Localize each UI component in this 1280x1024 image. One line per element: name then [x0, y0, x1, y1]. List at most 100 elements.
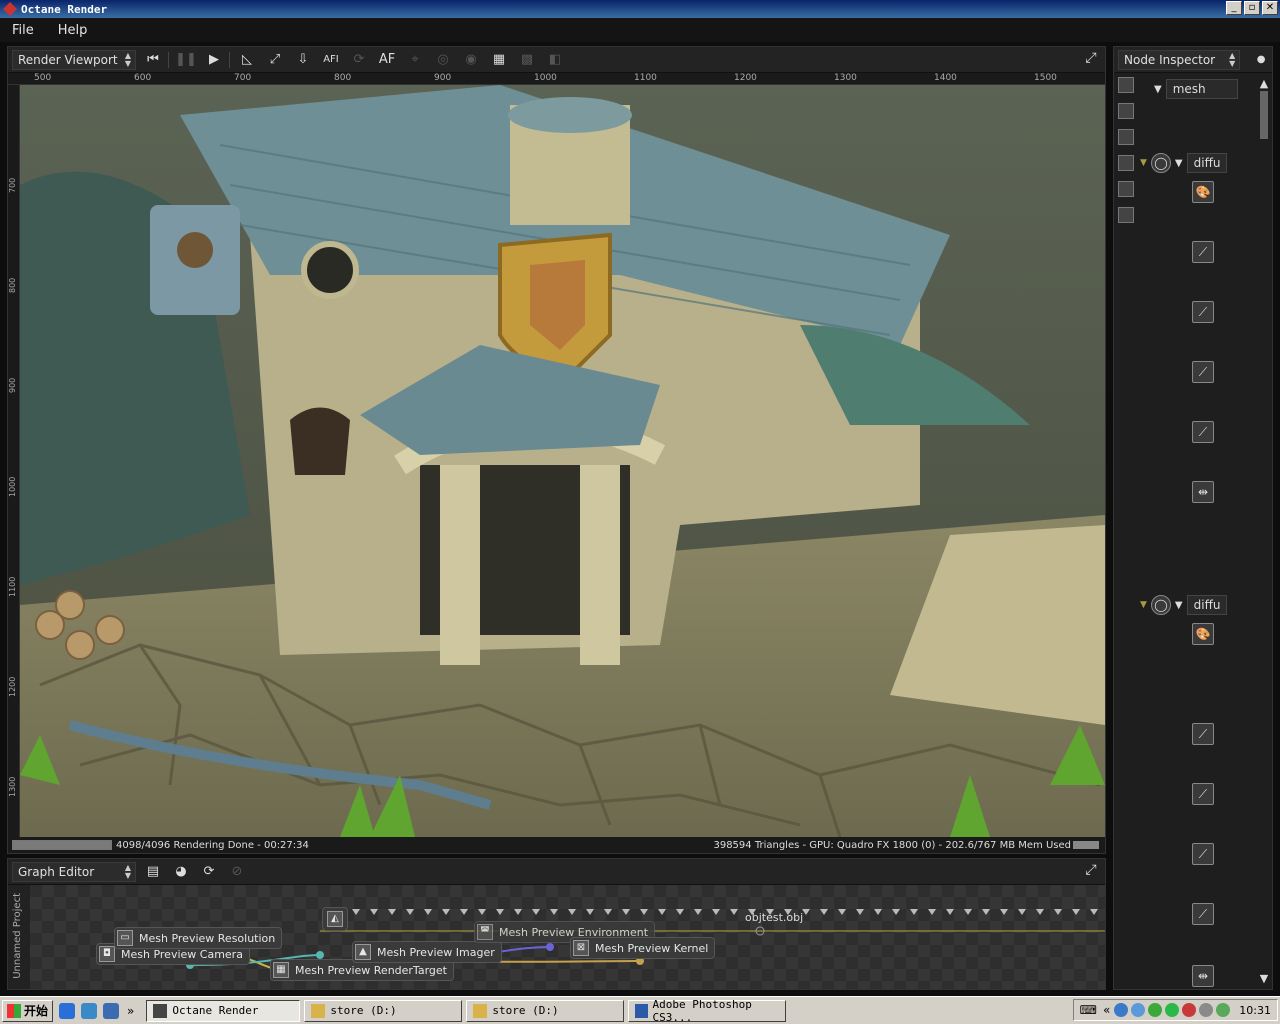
- resolution-node-icon[interactable]: [1118, 129, 1134, 145]
- afi-button[interactable]: AFI: [320, 50, 342, 70]
- camera-node-icon[interactable]: [1118, 103, 1134, 119]
- af-button[interactable]: AF: [376, 50, 398, 70]
- ruler-icon[interactable]: ◺: [236, 50, 258, 70]
- minimize-button[interactable]: _: [1226, 1, 1242, 15]
- menu-help[interactable]: Help: [46, 23, 100, 38]
- folder-icon: [473, 1003, 488, 1018]
- zoom-fit-icon[interactable]: ⤢: [264, 50, 286, 70]
- restart-render-icon[interactable]: ⏮: [142, 50, 164, 70]
- inspector-scrollbar[interactable]: ▲ ▼: [1258, 77, 1270, 985]
- material-node-2[interactable]: ▼ ◯ ▼ diffu: [1140, 595, 1228, 615]
- add-material-icon[interactable]: ◕: [170, 862, 192, 882]
- region-icon[interactable]: ◎: [432, 50, 454, 70]
- select-arrows-icon: ▲ ▼: [124, 50, 131, 68]
- grid-icon[interactable]: ▦: [488, 50, 510, 70]
- refresh-icon[interactable]: ⟳: [198, 862, 220, 882]
- inspector-mode-select[interactable]: Node Inspector ▲ ▼: [1118, 49, 1241, 70]
- quicklaunch-more-icon[interactable]: »: [127, 1004, 134, 1018]
- collapse-arrow-icon[interactable]: ▼: [1175, 600, 1183, 611]
- horizontal-ruler: 500 600 700 800 900 1000 1100 1200 1300 …: [8, 73, 1105, 85]
- material-node-1[interactable]: ▼ ◯ ▼ diffu: [1140, 153, 1228, 173]
- bool-pin[interactable]: ⇹: [1192, 481, 1214, 503]
- float-pin[interactable]: ⟋: [1192, 843, 1214, 865]
- float-pin[interactable]: ⟋: [1192, 783, 1214, 805]
- security-icon[interactable]: [1148, 1003, 1163, 1017]
- kernel-node-icon[interactable]: [1118, 207, 1134, 223]
- antivirus-icon[interactable]: [1182, 1003, 1197, 1017]
- ruler-tick: 900: [8, 377, 17, 393]
- keyboard-icon[interactable]: ⌨: [1080, 1003, 1097, 1017]
- volume-icon[interactable]: [1199, 1003, 1214, 1017]
- scroll-up-icon[interactable]: ▲: [1258, 77, 1270, 90]
- curve-icon: ⟋: [1192, 241, 1214, 263]
- system-tray: ⌨ « 10:31: [1072, 999, 1278, 1021]
- resolution-node[interactable]: ▭ Mesh Preview Resolution: [114, 927, 283, 949]
- camera-node-label: Mesh Preview Camera: [121, 947, 243, 961]
- ime-icon[interactable]: [1216, 1003, 1231, 1017]
- ruler-tick: 1100: [8, 576, 17, 597]
- texture-pin[interactable]: 🎨: [1192, 181, 1214, 203]
- imager-node-icon[interactable]: [1118, 181, 1134, 197]
- collapse-arrow-icon[interactable]: ▼: [1175, 158, 1183, 169]
- float-pin[interactable]: ⟋: [1192, 903, 1214, 925]
- browser-icon[interactable]: [81, 1002, 98, 1019]
- load-mesh-icon[interactable]: ▤: [142, 862, 164, 882]
- export-icon[interactable]: ⇩: [292, 50, 314, 70]
- bool-pin[interactable]: ⇹: [1192, 965, 1214, 987]
- inspector-tree: ▼ mesh ▼ ◯ ▼ diffu 🎨 ⟋ ⟋ ⟋ ⟋ ⇹ ▼ ◯ ▼ dif…: [1140, 75, 1260, 987]
- viewport-mode-select[interactable]: Render Viewport ▲ ▼: [12, 49, 136, 70]
- start-label: 开始: [24, 1004, 49, 1018]
- scroll-down-icon[interactable]: ▼: [1258, 972, 1270, 985]
- pick-icon[interactable]: ⌖: [404, 50, 426, 70]
- render-image[interactable]: [20, 85, 1105, 837]
- tray-expand-icon[interactable]: «: [1103, 1003, 1110, 1017]
- delete-node-icon[interactable]: ⊘: [226, 862, 248, 882]
- task-octane[interactable]: Octane Render: [146, 999, 301, 1022]
- start-button[interactable]: 开始: [2, 999, 54, 1022]
- float-pin[interactable]: ⟋: [1192, 361, 1214, 383]
- 3ds-max-icon[interactable]: [103, 1002, 120, 1019]
- node-inspector-panel: Node Inspector ▲▼ ● ▼ mesh ▼ ◯ ▼ diffu: [1113, 46, 1273, 990]
- octane-logo-icon: [3, 2, 17, 16]
- environment-node-icon[interactable]: [1118, 155, 1134, 171]
- graph-mode-select[interactable]: Graph Editor ▲ ▼: [12, 861, 136, 882]
- update-icon[interactable]: [1165, 1003, 1180, 1017]
- curve-icon: ⟋: [1192, 723, 1214, 745]
- inspector-pin-icon[interactable]: ●: [1250, 50, 1272, 70]
- close-button[interactable]: ✕: [1262, 1, 1278, 15]
- kernel-node[interactable]: ⊠ Mesh Preview Kernel: [570, 937, 716, 959]
- display-icon[interactable]: [1131, 1003, 1146, 1017]
- gpu-status-text: 398594 Triangles - GPU: Quadro FX 1800 (…: [713, 839, 1071, 851]
- graph-expand-icon[interactable]: ⤢: [1081, 862, 1101, 882]
- play-icon[interactable]: ▶: [203, 50, 225, 70]
- ie-icon[interactable]: [59, 1002, 76, 1019]
- imager-node[interactable]: ▲ Mesh Preview Imager: [352, 941, 502, 963]
- reset-camera-icon[interactable]: ⟳: [348, 50, 370, 70]
- task-store-1[interactable]: store (D:): [304, 999, 463, 1022]
- tree-root[interactable]: ▼ mesh: [1154, 79, 1238, 99]
- float-pin[interactable]: ⟋: [1192, 421, 1214, 443]
- task-photoshop[interactable]: Adobe Photoshop CS3...: [628, 998, 787, 1024]
- menu-file[interactable]: File: [0, 23, 46, 38]
- task-store-2[interactable]: store (D:): [466, 999, 625, 1022]
- collapse-arrow-icon[interactable]: ▼: [1140, 600, 1147, 610]
- float-pin[interactable]: ⟋: [1192, 241, 1214, 263]
- collapse-arrow-icon[interactable]: ▼: [1140, 158, 1147, 168]
- float-pin[interactable]: ⟋: [1192, 723, 1214, 745]
- float-pin[interactable]: ⟋: [1192, 301, 1214, 323]
- maximize-button[interactable]: ▫: [1244, 1, 1260, 15]
- collapse-arrow-icon[interactable]: ▼: [1154, 84, 1162, 95]
- scrollbar-thumb[interactable]: [1260, 91, 1268, 139]
- mesh-node-icon[interactable]: [1118, 77, 1134, 93]
- node-graph-canvas[interactable]: ◭ objtest.obj ◘ Mesh Preview Camera ▭ Me…: [30, 885, 1105, 989]
- texture-pin[interactable]: 🎨: [1192, 623, 1214, 645]
- checker-icon[interactable]: ▩: [516, 50, 538, 70]
- graph-editor-panel: Graph Editor ▲ ▼ ▤ ◕ ⟳ ⊘ ⤢ Unnamed Projec…: [7, 858, 1106, 990]
- clear-region-icon[interactable]: ◉: [460, 50, 482, 70]
- pause-icon[interactable]: ❚❚: [175, 50, 197, 70]
- network-icon[interactable]: [1114, 1003, 1129, 1017]
- alpha-icon[interactable]: ◧: [544, 50, 566, 70]
- viewport-expand-icon[interactable]: ⤢: [1081, 50, 1101, 70]
- viewport-status-bar: 4098/4096 Rendering Done - 00:27:34 3985…: [8, 837, 1105, 853]
- mesh-node[interactable]: ◭: [322, 907, 348, 931]
